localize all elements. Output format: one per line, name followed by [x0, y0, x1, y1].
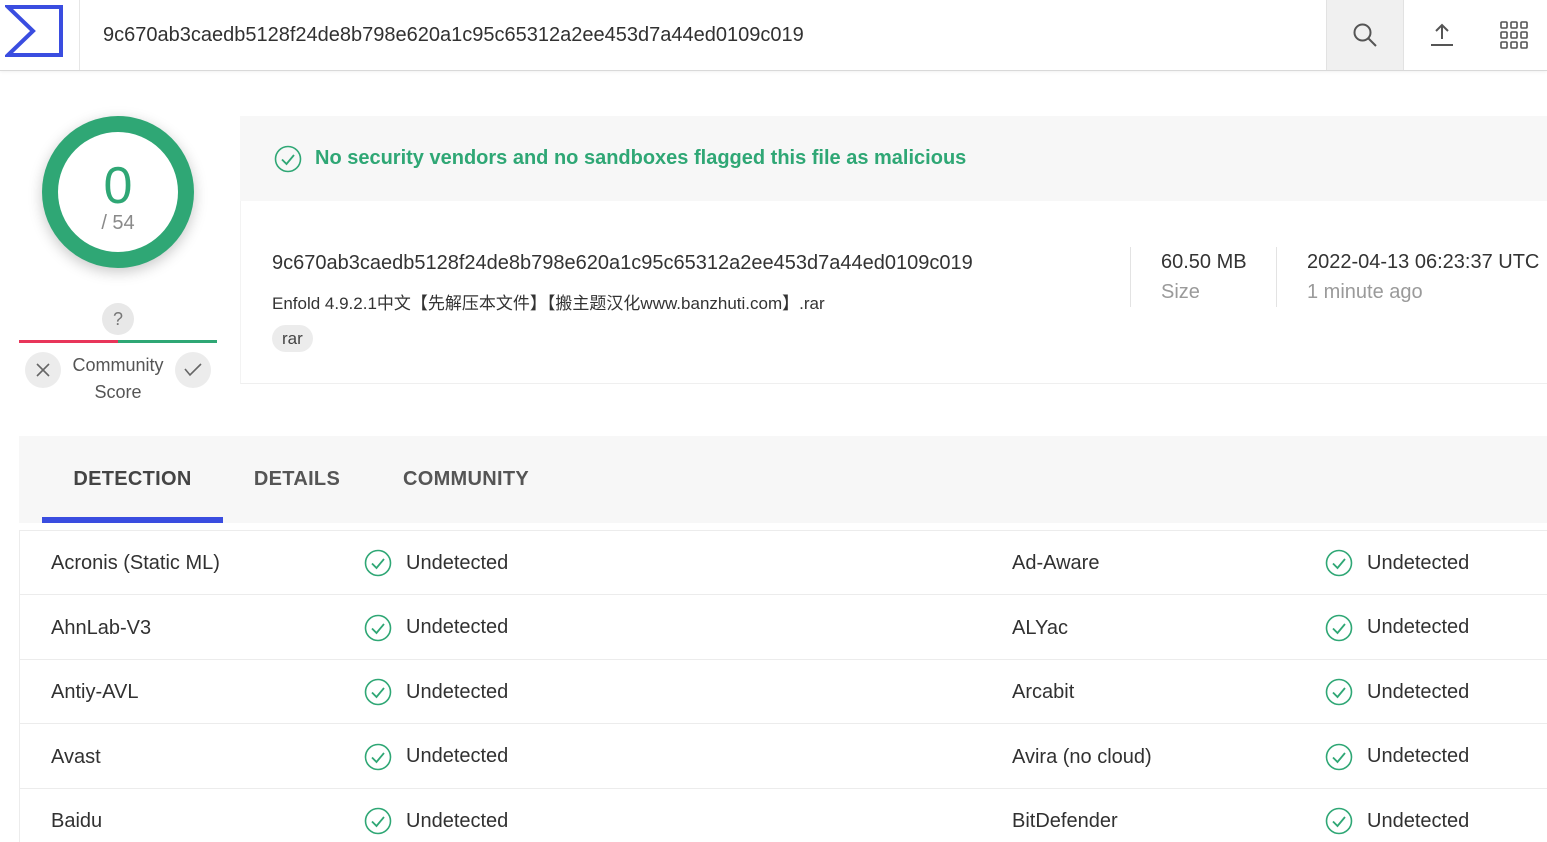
tab-detection[interactable]: DETECTION: [42, 436, 223, 523]
engine-result: Undetected: [364, 789, 508, 842]
virustotal-logo[interactable]: [0, 0, 80, 70]
engine-name: BitDefender: [1012, 810, 1118, 832]
file-type-tag[interactable]: rar: [272, 325, 313, 352]
table-row: AhnLab-V3 Undetected ALYac Undetected: [20, 596, 1547, 660]
detection-score-inner: 0 / 54: [58, 132, 178, 252]
community-score-label: Community Score: [62, 352, 174, 406]
detection-results-table: Acronis (Static ML) Undetected Ad-Aware Und…: [19, 530, 1547, 842]
engine-name: Arcabit: [1012, 681, 1075, 703]
engine-result-label: Undetected: [406, 551, 509, 574]
verdict-text: No security vendors and no sandboxes fla…: [315, 147, 967, 169]
check-circle-icon: [364, 743, 392, 770]
tab-details-label: DETAILS: [253, 468, 341, 490]
engine-result-label: Undetected: [1367, 809, 1470, 832]
engine-name: Acronis (Static ML): [51, 552, 220, 574]
engine-result: Undetected: [1325, 531, 1469, 595]
engine-name: Antiy-AVL: [51, 681, 139, 703]
table-row: Antiy-AVL Undetected Arcabit Undetected: [20, 660, 1547, 724]
check-circle-icon: [364, 678, 392, 706]
check-circle-icon: [274, 145, 302, 173]
engine-result: Undetected: [364, 531, 508, 595]
active-tab-indicator: [42, 517, 223, 523]
engine-result: Undetected: [1325, 660, 1469, 724]
engine-result-label: Undetected: [1367, 745, 1470, 767]
tab-bar: DETECTION DETAILS COMMUNITY: [19, 436, 1547, 523]
apps-grid-icon: [1499, 21, 1528, 49]
community-score-positive-bar: [118, 340, 217, 343]
engine-result: Undetected: [364, 725, 508, 789]
engine-result: Undetected: [1325, 789, 1469, 842]
check-circle-icon: [364, 614, 392, 641]
vote-harmful-button[interactable]: [25, 352, 61, 388]
analysis-date: 2022-04-13 06:23:37 UTC: [1307, 251, 1540, 273]
table-row: Acronis (Static ML) Undetected Ad-Aware Und…: [20, 531, 1547, 595]
check-circle-icon: [1325, 743, 1353, 770]
engine-name: Ad-Aware: [1012, 552, 1100, 574]
divider: [1276, 247, 1277, 307]
search-button[interactable]: [1326, 0, 1404, 70]
file-name: Enfold 4.9.2.1中文【先解压本文件】【搬主题汉化www.banzhu…: [272, 294, 825, 313]
engine-name: Baidu: [51, 810, 103, 832]
virustotal-sigma-logo-icon: [5, 5, 63, 57]
community-score-label-line2: Score: [94, 382, 142, 402]
search-icon: [1353, 23, 1377, 47]
check-circle-icon: [1325, 807, 1353, 835]
tab-details[interactable]: DETAILS: [239, 436, 355, 523]
engine-name: ALYac: [1012, 616, 1068, 639]
detection-score-gauge: 0 / 54: [42, 116, 194, 268]
engine-name: AhnLab-V3: [51, 616, 152, 639]
check-circle-icon: [1325, 678, 1353, 706]
engine-result: Undetected: [1325, 596, 1469, 660]
engine-result-label: Undetected: [1367, 551, 1470, 574]
upload-button[interactable]: [1404, 0, 1480, 70]
check-circle-icon: [364, 807, 392, 835]
engine-result-label: Undetected: [406, 745, 509, 767]
detection-count: 0: [103, 157, 133, 215]
community-score-value: ?: [102, 303, 134, 335]
divider: [1130, 247, 1131, 307]
engine-result-label: Undetected: [406, 680, 509, 703]
table-row: Avast Undetected Avira (no cloud) Undetecte…: [20, 725, 1547, 789]
checkmark-icon: [184, 363, 202, 377]
search-input[interactable]: [81, 0, 1326, 70]
check-circle-icon: [364, 549, 392, 577]
community-score-label-line1: Community: [72, 355, 164, 375]
verdict-banner: No security vendors and no sandboxes fla…: [240, 116, 1547, 201]
check-circle-icon: [1325, 549, 1353, 577]
engine-result: Undetected: [364, 596, 508, 660]
engine-result-label: Undetected: [1367, 616, 1470, 638]
file-hash[interactable]: 9c670ab3caedb5128f24de8b798e620a1c95c653…: [272, 252, 973, 275]
engine-result-label: Undetected: [406, 809, 509, 832]
file-info-panel: 9c670ab3caedb5128f24de8b798e620a1c95c653…: [240, 201, 1547, 384]
tab-community-label: COMMUNITY: [402, 468, 530, 490]
vote-harmless-button[interactable]: [175, 352, 211, 388]
engine-name: Avast: [51, 745, 101, 768]
top-bar: [0, 0, 1547, 71]
file-size-label: Size: [1161, 281, 1200, 303]
upload-icon: [1431, 23, 1453, 46]
engine-name: Avira (no cloud): [1012, 745, 1152, 768]
analysis-relative-time: 1 minute ago: [1307, 281, 1423, 303]
engine-total: / 54: [101, 212, 135, 234]
tab-detection-label: DETECTION: [73, 468, 192, 490]
engine-result-label: Undetected: [1367, 680, 1470, 703]
engine-result: Undetected: [364, 660, 508, 724]
community-score-negative-bar: [19, 340, 118, 343]
close-icon: [36, 363, 50, 377]
file-size-value: 60.50 MB: [1161, 251, 1247, 273]
engine-result: Undetected: [1325, 725, 1469, 789]
apps-menu-button[interactable]: [1480, 0, 1547, 70]
engine-result-label: Undetected: [406, 616, 509, 638]
tab-community[interactable]: COMMUNITY: [387, 436, 545, 523]
table-row: Baidu Undetected BitDefender Undetected: [20, 789, 1547, 842]
check-circle-icon: [1325, 614, 1353, 641]
